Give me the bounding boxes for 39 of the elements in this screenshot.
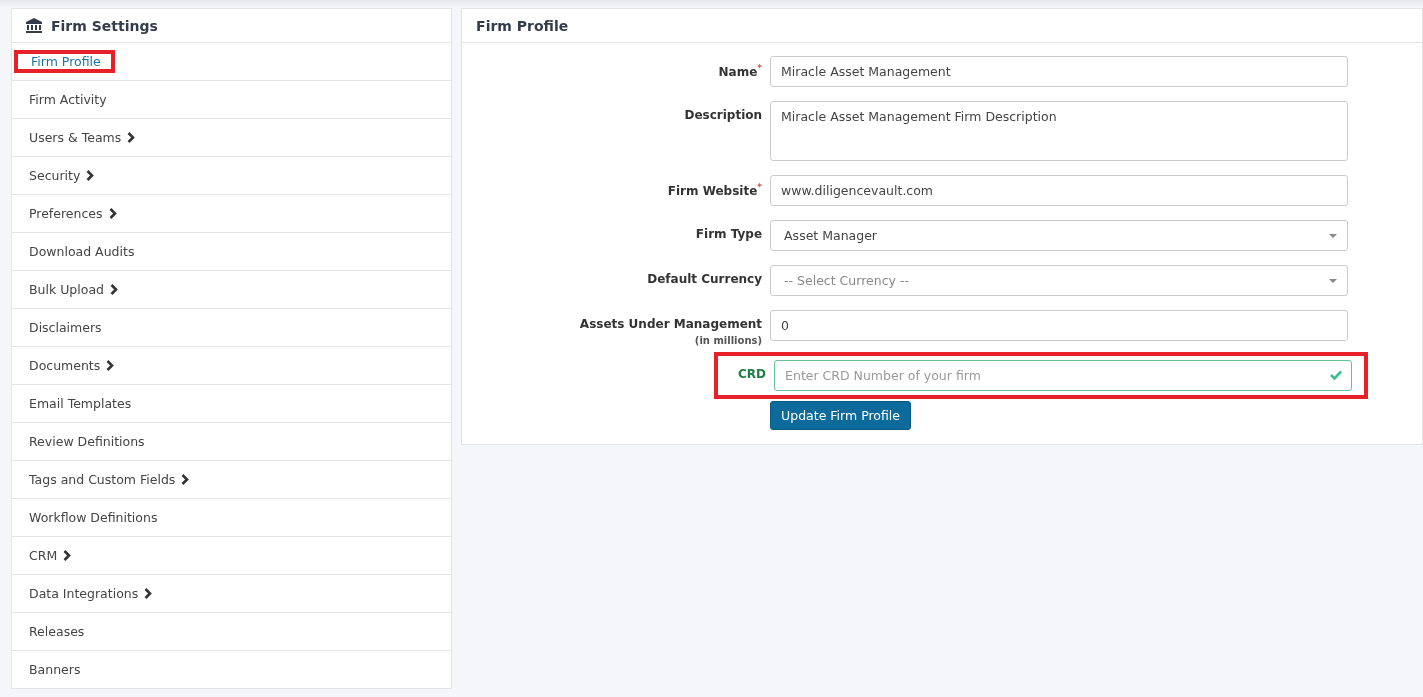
field-sublabel: (in millions) [694, 335, 763, 346]
sidebar-item[interactable]: Download Audits [14, 234, 150, 269]
text-field[interactable]: 0 [770, 310, 1349, 341]
bank-icon [26, 18, 42, 33]
sidebar-title: Firm Settings [51, 17, 158, 34]
sidebar-item[interactable]: Documents [14, 348, 130, 383]
sidebar-item[interactable]: Firm Activity [14, 82, 122, 117]
panel-title: Firm Profile [476, 17, 569, 34]
select-field[interactable]: Asset Manager [770, 220, 1349, 251]
select-field[interactable]: -- Select Currency -- [770, 265, 1349, 296]
field-label: CRD [738, 367, 767, 381]
sidebar-item[interactable]: Firm Profile [14, 50, 115, 73]
sidebar-item[interactable]: Security [14, 158, 110, 193]
sidebar-item[interactable]: Banners [14, 652, 96, 687]
caret-icon [1329, 233, 1338, 238]
update-profile-button[interactable]: Update Firm Profile [770, 401, 911, 430]
text-field[interactable]: www.diligencevault.com [770, 175, 1349, 206]
description-field[interactable]: Miracle Asset Management Firm Description [770, 101, 1349, 161]
sidebar-item[interactable]: Bulk Upload [14, 272, 133, 307]
sidebar-item[interactable]: Email Templates [14, 386, 147, 421]
field-label: Assets Under Management [579, 317, 763, 331]
crd-field[interactable]: Enter CRD Number of your firm [774, 360, 1353, 391]
field-label: Default Currency [647, 272, 763, 286]
field-label: Firm Type [695, 227, 763, 241]
field-label: Firm Website$^{*}$ [667, 182, 763, 198]
sidebar-item[interactable]: Preferences [14, 196, 132, 231]
sidebar-item[interactable]: Releases [14, 614, 100, 649]
text-field[interactable]: Miracle Asset Management [770, 56, 1349, 87]
sidebar-item[interactable]: Users & Teams [14, 120, 151, 155]
sidebar-item[interactable]: Workflow Definitions [14, 500, 173, 535]
sidebar-item[interactable]: CRM [14, 538, 87, 573]
sidebar-item[interactable]: Review Definitions [14, 424, 160, 459]
sidebar-item[interactable]: Disclaimers [14, 310, 117, 345]
checkmark-icon [1330, 370, 1343, 380]
caret-icon [1329, 278, 1338, 283]
sidebar-item[interactable]: Tags and Custom Fields [14, 462, 205, 497]
field-label: Name$^{*}$ [718, 63, 763, 79]
sidebar-item[interactable]: Data Integrations [14, 576, 168, 611]
field-label: Description [684, 108, 763, 122]
